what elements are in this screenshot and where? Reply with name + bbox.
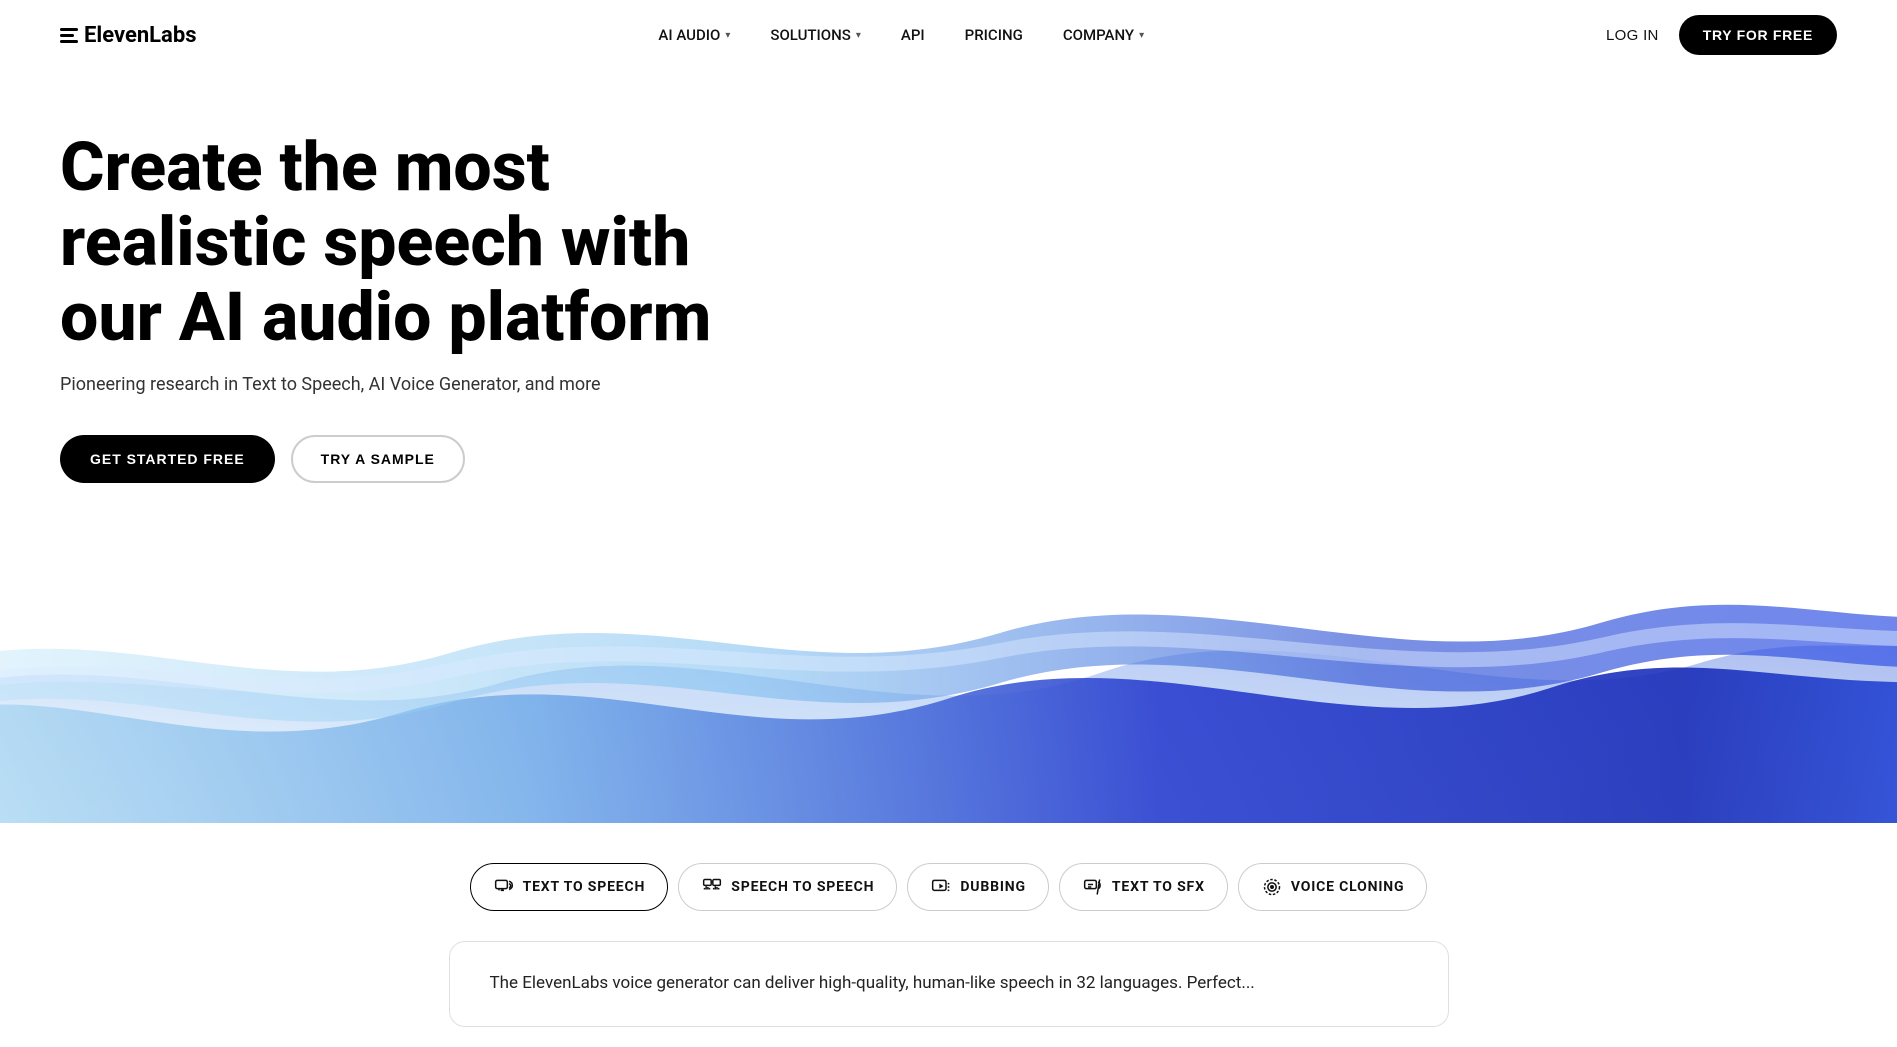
navbar: ElevenLabs AI AUDIO ▾ SOLUTIONS ▾ API PR… <box>0 0 1897 70</box>
nav-item-pricing[interactable]: PRICING <box>965 26 1023 44</box>
nav-item-ai-audio[interactable]: AI AUDIO ▾ <box>658 26 730 44</box>
tab-text-to-sfx[interactable]: TEXT TO SFX <box>1059 863 1228 911</box>
login-button[interactable]: LOG IN <box>1606 27 1659 44</box>
tab-speech-to-speech[interactable]: SPEECH TO SPEECH <box>678 863 897 911</box>
nav-label-pricing: PRICING <box>965 26 1023 44</box>
tab-voice-cloning[interactable]: VOICE CLONING <box>1238 863 1428 911</box>
description-box: The ElevenLabs voice generator can deliv… <box>449 941 1449 1026</box>
try-sample-button[interactable]: TRY A SAMPLE <box>291 435 465 483</box>
nav-center: AI AUDIO ▾ SOLUTIONS ▾ API PRICING COMPA… <box>658 26 1144 44</box>
chevron-down-icon: ▾ <box>1139 30 1144 41</box>
nav-item-company[interactable]: COMPANY ▾ <box>1063 26 1144 44</box>
try-free-button[interactable]: TRY FOR FREE <box>1679 15 1837 55</box>
logo-bars-icon <box>60 28 78 43</box>
nav-label-solutions: SOLUTIONS <box>770 26 850 44</box>
vc-icon <box>1261 876 1283 898</box>
chevron-down-icon: ▾ <box>725 30 730 41</box>
tab-label-tts: TEXT TO SPEECH <box>523 879 646 895</box>
nav-right: LOG IN TRY FOR FREE <box>1606 15 1837 55</box>
tab-label-vc: VOICE CLONING <box>1291 879 1405 895</box>
tab-label-sts: SPEECH TO SPEECH <box>731 879 874 895</box>
nav-label-api: API <box>901 26 925 44</box>
tts-icon <box>493 876 515 898</box>
tab-dubbing[interactable]: DUBBING <box>907 863 1049 911</box>
description-text: The ElevenLabs voice generator can deliv… <box>490 970 1408 997</box>
nav-label-ai-audio: AI AUDIO <box>658 26 720 44</box>
wave-visual <box>0 523 1897 823</box>
dub-icon <box>930 876 952 898</box>
nav-item-solutions[interactable]: SOLUTIONS ▾ <box>770 26 861 44</box>
tab-label-dubbing: DUBBING <box>960 879 1026 895</box>
sfx-icon <box>1082 876 1104 898</box>
hero-title: Create the most realistic speech with ou… <box>60 130 740 354</box>
hero-buttons: GET STARTED FREE TRY A SAMPLE <box>60 435 1837 483</box>
logo[interactable]: ElevenLabs <box>60 23 197 48</box>
tab-label-sfx: TEXT TO SFX <box>1112 879 1205 895</box>
sts-icon <box>701 876 723 898</box>
hero-subtitle: Pioneering research in Text to Speech, A… <box>60 374 1837 395</box>
get-started-button[interactable]: GET STARTED FREE <box>60 435 275 483</box>
tabs-section: TEXT TO SPEECH SPEECH TO SPEECH <box>0 823 1897 1046</box>
hero-section: Create the most realistic speech with ou… <box>0 70 1897 483</box>
tab-text-to-speech[interactable]: TEXT TO SPEECH <box>470 863 669 911</box>
nav-label-company: COMPANY <box>1063 26 1134 44</box>
nav-item-api[interactable]: API <box>901 26 925 44</box>
chevron-down-icon: ▾ <box>856 30 861 41</box>
logo-text: ElevenLabs <box>84 23 197 48</box>
tabs-bar: TEXT TO SPEECH SPEECH TO SPEECH <box>470 863 1428 911</box>
